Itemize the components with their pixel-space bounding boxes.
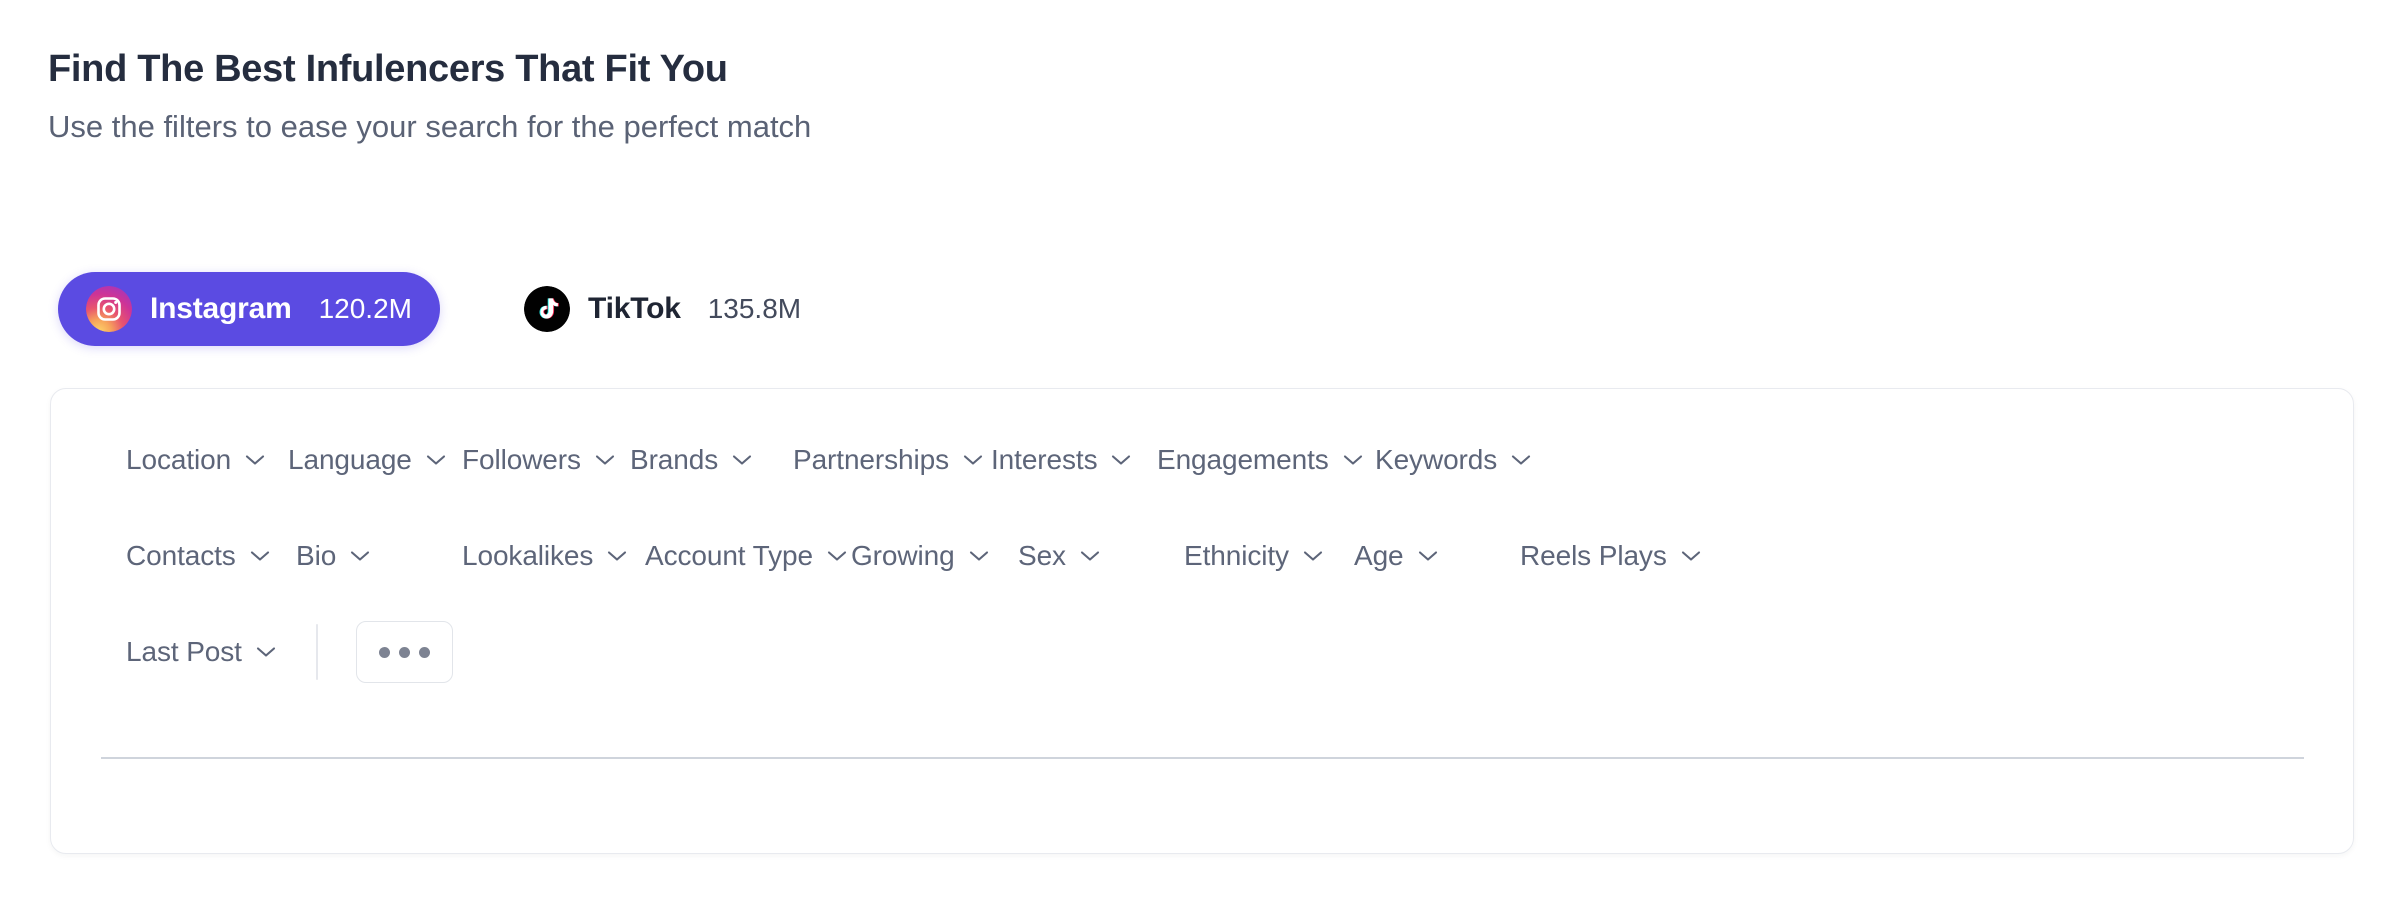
chevron-down-icon <box>1303 551 1322 561</box>
chevron-down-icon <box>595 455 614 465</box>
filter-engagements[interactable]: Engagements <box>1157 444 1375 476</box>
filter-language[interactable]: Language <box>288 444 462 476</box>
filter-row-2: Contacts Bio Lookalikes Account Type Gro… <box>126 530 2313 582</box>
filter-chip-label: Location <box>126 444 232 475</box>
chevron-down-icon <box>256 647 275 657</box>
filter-vertical-divider <box>315 624 318 680</box>
filter-account-type[interactable]: Account Type <box>645 540 851 572</box>
filter-age[interactable]: Age <box>1354 540 1520 572</box>
platform-tabs: Instagram 120.2M TikTok 135.8M <box>58 272 829 346</box>
chevron-down-icon <box>351 551 370 561</box>
chevron-down-icon <box>1112 455 1131 465</box>
more-horizontal-icon <box>378 646 390 658</box>
filter-interests[interactable]: Interests <box>991 444 1157 476</box>
chevron-down-icon <box>1080 551 1100 561</box>
filter-chip-label: Last Post <box>126 636 242 667</box>
chevron-down-icon <box>969 551 988 561</box>
filter-row-3: Last Post <box>126 621 2313 683</box>
filter-chip-label: Interests <box>991 444 1098 475</box>
filter-chip-label: Growing <box>851 540 955 571</box>
page-title: Find The Best Infulencers That Fit You <box>48 48 728 90</box>
filter-card: Location Language Followers Brands Partn… <box>50 388 2354 854</box>
filter-location[interactable]: Location <box>126 444 288 476</box>
filter-chip-label: Engagements <box>1157 444 1329 475</box>
tiktok-icon <box>524 286 570 332</box>
filter-rows: Location Language Followers Brands Partn… <box>126 434 2313 683</box>
page-header: Find The Best Infulencers That Fit You U… <box>48 48 1648 145</box>
filter-chip-label: Followers <box>462 444 581 475</box>
chevron-down-icon <box>1681 551 1700 561</box>
filter-chip-label: Sex <box>1018 540 1066 571</box>
card-horizontal-divider <box>101 757 2304 759</box>
chevron-down-icon <box>1343 455 1362 465</box>
filter-chip-label: Ethnicity <box>1184 540 1289 571</box>
more-horizontal-icon <box>418 646 430 658</box>
filter-lookalikes[interactable]: Lookalikes <box>462 540 645 572</box>
filter-chip-label: Reels Plays <box>1520 540 1667 571</box>
chevron-down-icon <box>246 455 265 465</box>
chevron-down-icon <box>1418 551 1437 561</box>
instagram-icon <box>86 286 132 332</box>
filter-chip-label: Brands <box>630 444 719 475</box>
filter-brands[interactable]: Brands <box>630 444 793 476</box>
filter-followers[interactable]: Followers <box>462 444 630 476</box>
chevron-down-icon <box>733 455 752 465</box>
more-filters-button[interactable] <box>355 621 453 683</box>
filter-chip-label: Age <box>1354 540 1404 571</box>
chevron-down-icon <box>963 455 983 465</box>
filter-contacts[interactable]: Contacts <box>126 540 296 572</box>
chevron-down-icon <box>1512 455 1531 465</box>
chevron-down-icon <box>426 455 445 465</box>
chevron-down-icon <box>250 551 269 561</box>
filter-last-post[interactable]: Last Post <box>126 636 276 668</box>
platform-tab-count: 120.2M <box>318 293 412 324</box>
more-horizontal-icon <box>398 646 410 658</box>
filter-growing[interactable]: Growing <box>851 540 1018 572</box>
platform-tab-label: TikTok <box>588 292 681 325</box>
platform-tab-label: Instagram <box>150 292 292 325</box>
filter-keywords[interactable]: Keywords <box>1375 444 1531 476</box>
filter-chip-label: Bio <box>296 540 337 571</box>
filter-bio[interactable]: Bio <box>296 540 462 572</box>
page-subtitle: Use the filters to ease your search for … <box>48 108 812 144</box>
filter-chip-label: Language <box>288 444 412 475</box>
chevron-down-icon <box>608 551 627 561</box>
filter-chip-label: Keywords <box>1375 444 1498 475</box>
filter-reels-plays[interactable]: Reels Plays <box>1520 540 1701 572</box>
platform-tab-instagram[interactable]: Instagram 120.2M <box>58 272 440 346</box>
filter-chip-label: Contacts <box>126 540 236 571</box>
platform-tab-count: 135.8M <box>707 293 802 324</box>
filter-row-1: Location Language Followers Brands Partn… <box>126 434 2313 486</box>
filter-chip-label: Account Type <box>645 540 813 571</box>
chevron-down-icon <box>827 551 847 561</box>
platform-tab-tiktok[interactable]: TikTok 135.8M <box>496 272 829 346</box>
filter-chip-label: Lookalikes <box>462 540 594 571</box>
filter-sex[interactable]: Sex <box>1018 540 1184 572</box>
filter-chip-label: Partnerships <box>793 444 949 475</box>
filter-ethnicity[interactable]: Ethnicity <box>1184 540 1354 572</box>
filter-partnerships[interactable]: Partnerships <box>793 444 991 476</box>
